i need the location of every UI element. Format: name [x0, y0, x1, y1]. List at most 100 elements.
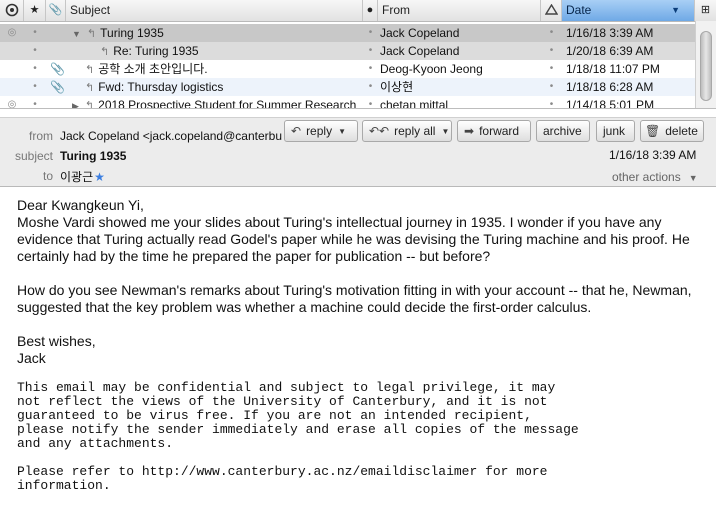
- date-column-header[interactable]: Date ▼: [562, 0, 695, 21]
- forward-label: forward: [479, 124, 520, 138]
- message-row[interactable]: • 📎 ↰ Fwd: Thursday logistics • 이상현 • 1/1…: [0, 78, 695, 96]
- reply-label: reply: [306, 124, 333, 138]
- thread-status-icon: ◎: [7, 99, 17, 109]
- message-date: 1/18/18 11:07 PM: [566, 62, 660, 76]
- reply-arrow-icon: ↰: [86, 28, 97, 40]
- thread-column-header[interactable]: [0, 0, 24, 21]
- read-toggle[interactable]: •: [363, 60, 378, 78]
- from-value[interactable]: Jack Copeland <jack.copeland@canterbury.…: [60, 129, 282, 143]
- message-header-pane: from Jack Copeland <jack.copeland@canter…: [0, 117, 716, 187]
- chevron-down-icon: ▼: [688, 173, 698, 183]
- message-date: 1/16/18 3:39 AM: [566, 26, 654, 40]
- other-actions-menu[interactable]: other actions ▼: [612, 170, 698, 184]
- reply-all-icon: ↶↶: [369, 124, 390, 138]
- junk-toggle[interactable]: •: [541, 60, 562, 78]
- subject-column-header[interactable]: Subject: [66, 0, 363, 21]
- attachment-column-header[interactable]: 📎: [46, 0, 66, 21]
- column-header-row: ★ 📎 Subject ● From Date ▼ ⊞: [0, 0, 716, 22]
- column-picker-button[interactable]: ⊞: [695, 0, 716, 21]
- read-toggle[interactable]: •: [363, 78, 378, 96]
- signature: Jack: [17, 350, 46, 366]
- column-picker-icon: ⊞: [700, 4, 711, 16]
- message-from: 이상현: [380, 80, 414, 94]
- reply-arrow-icon: ↰: [85, 64, 95, 76]
- message-row[interactable]: ◎ • ▼ ↰ Turing 1935 • Jack Copeland • 1/16…: [0, 24, 695, 42]
- archive-button[interactable]: archive: [536, 120, 590, 142]
- paperclip-icon: 📎: [50, 80, 64, 94]
- star-icon: ★: [29, 4, 40, 16]
- thread-icon: [5, 3, 18, 17]
- star-toggle[interactable]: •: [24, 42, 46, 60]
- date-column-label: Date: [566, 3, 592, 17]
- junk-toggle[interactable]: •: [541, 42, 562, 60]
- message-from: Jack Copeland: [380, 26, 460, 40]
- archive-label: archive: [543, 124, 582, 138]
- message-date: 1/20/18 6:39 AM: [566, 44, 654, 58]
- body-paragraph: How do you see Newman's remarks about Tu…: [17, 282, 692, 315]
- message-subject: 공학 소개 초안입니다.: [98, 62, 208, 76]
- message-body: Dear Kwangkeun Yi, Moshe Vardi showed me…: [17, 197, 707, 493]
- message-row[interactable]: • ↰ Re: Turing 1935 • Jack Copeland • 1/2…: [0, 42, 695, 60]
- star-toggle[interactable]: •: [24, 60, 46, 78]
- message-row[interactable]: ◎ • ▶ ↰ 2018 Prospective Student for Summe…: [0, 96, 695, 109]
- forward-button[interactable]: ➡ forward: [457, 120, 531, 142]
- paperclip-icon: 📎: [50, 62, 64, 76]
- to-label: to: [42, 169, 53, 183]
- reply-dropdown-icon[interactable]: ▼: [338, 122, 346, 142]
- thread-collapse-icon[interactable]: ▼: [72, 29, 81, 39]
- to-value[interactable]: 이광근★: [60, 168, 105, 185]
- message-date: 1/14/18 5:01 PM: [566, 98, 655, 109]
- to-name: 이광근: [60, 170, 94, 184]
- message-list: ★ 📎 Subject ● From Date ▼ ⊞ ◎ • ▼ ↰ Turing…: [0, 0, 716, 109]
- reply-arrow-icon: ↰: [100, 46, 110, 58]
- scrollbar-thumb[interactable]: [700, 31, 712, 101]
- read-status-icon: ●: [366, 4, 374, 16]
- address-book-star-icon[interactable]: ★: [94, 170, 105, 184]
- disclaimer: This email may be confidential and subje…: [17, 380, 579, 451]
- disclaimer-link-text[interactable]: Please refer to http://www.canterbury.ac…: [17, 465, 707, 493]
- message-row[interactable]: • 📎 ↰ 공학 소개 초안입니다. • Deog-Kyoon Jeong • 1…: [0, 60, 695, 78]
- delete-button[interactable]: 🗑 delete: [640, 120, 704, 142]
- read-toggle[interactable]: •: [363, 42, 378, 60]
- message-from: Deog-Kyoon Jeong: [380, 62, 483, 76]
- junk-toggle[interactable]: •: [541, 24, 562, 42]
- list-scrollbar[interactable]: [695, 21, 716, 108]
- read-toggle[interactable]: •: [363, 24, 378, 42]
- reply-all-button[interactable]: ↶↶ reply all ▼: [362, 120, 452, 142]
- reply-all-label: reply all: [394, 124, 436, 138]
- read-column-header[interactable]: ●: [363, 0, 378, 21]
- reply-all-dropdown-icon[interactable]: ▼: [441, 122, 449, 142]
- delete-label: delete: [665, 124, 698, 138]
- junk-label: junk: [603, 124, 626, 138]
- message-date: 1/18/18 6:28 AM: [566, 80, 654, 94]
- greeting: Dear Kwangkeun Yi,: [17, 197, 144, 213]
- junk-button[interactable]: junk: [596, 120, 635, 142]
- junk-column-header[interactable]: [541, 0, 562, 21]
- trash-icon: 🗑: [645, 124, 661, 138]
- reply-icon: ↶: [291, 124, 302, 138]
- reply-button[interactable]: ↶ reply ▼: [284, 120, 358, 142]
- read-toggle[interactable]: •: [363, 96, 378, 108]
- message-subject: Re: Turing 1935: [113, 44, 199, 58]
- thread-status-icon: ◎: [7, 27, 17, 38]
- message-subject: Fwd: Thursday logistics: [98, 80, 224, 94]
- star-column-header[interactable]: ★: [24, 0, 46, 21]
- junk-toggle[interactable]: •: [541, 78, 562, 96]
- body-paragraph: Moshe Vardi showed me your slides about …: [17, 214, 690, 264]
- star-toggle[interactable]: •: [24, 78, 46, 96]
- from-label: from: [29, 129, 53, 143]
- reply-arrow-icon: ↰: [84, 100, 95, 109]
- forward-icon: ➡: [464, 124, 475, 138]
- star-toggle[interactable]: •: [24, 24, 46, 42]
- star-toggle[interactable]: •: [24, 96, 46, 108]
- from-column-header[interactable]: From: [378, 0, 541, 21]
- thread-expand-icon[interactable]: ▶: [72, 101, 79, 108]
- message-date: 1/16/18 3:39 AM: [609, 148, 697, 162]
- message-subject: Turing 1935: [100, 26, 164, 40]
- other-actions-label: other actions: [612, 170, 681, 184]
- closing-line: Best wishes,: [17, 333, 96, 349]
- junk-toggle[interactable]: •: [541, 96, 562, 108]
